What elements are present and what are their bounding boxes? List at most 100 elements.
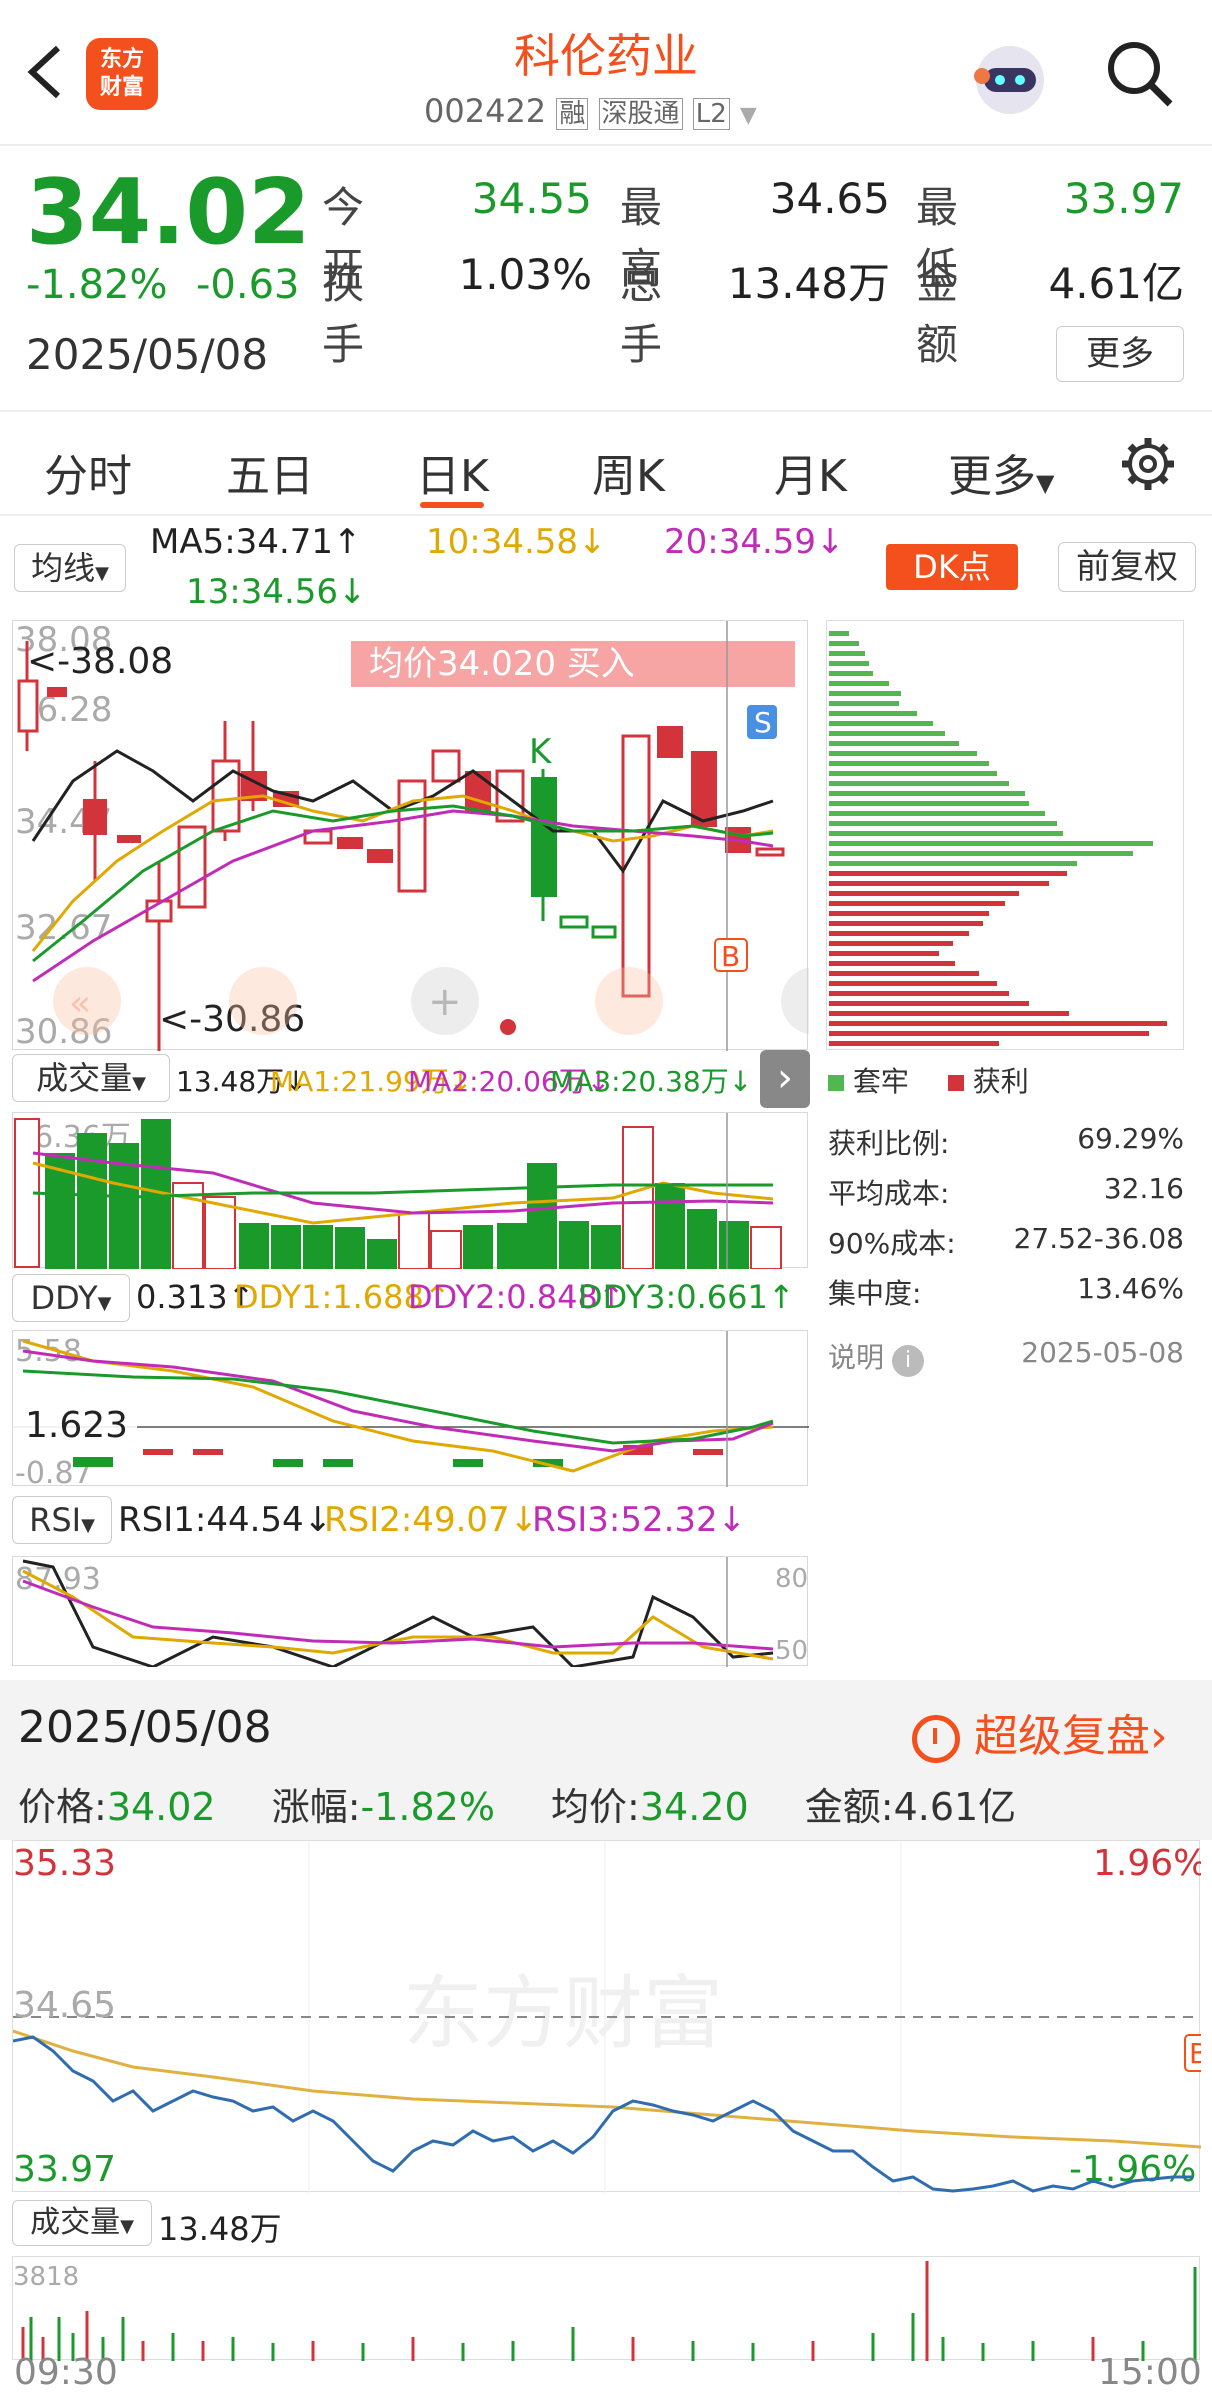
high-value: 34.65 bbox=[769, 174, 890, 223]
chip-date: 2025-05-08 bbox=[1021, 1336, 1184, 1369]
chip-legend: 套牢 获利 bbox=[828, 1060, 1029, 1100]
tag-l2: L2 bbox=[692, 98, 730, 130]
ma-selector[interactable]: 均线▼ bbox=[14, 544, 126, 592]
intraday-volume-bars bbox=[21, 2261, 1197, 2361]
volume-chart[interactable]: 46.36万 bbox=[12, 1112, 808, 1270]
review-stats: 价格:34.02 涨幅:-1.82% 均价:34.20 金额:4.61亿 bbox=[18, 1776, 1016, 1831]
caret-down-icon: ▼ bbox=[97, 1293, 112, 1314]
review-pct-label: 涨幅: bbox=[271, 1785, 361, 1829]
chip-distribution-chart[interactable] bbox=[826, 620, 1184, 1050]
dk-point-button[interactable]: DK点 bbox=[886, 544, 1018, 590]
rsi-selector[interactable]: RSI▼ bbox=[12, 1496, 112, 1544]
review-amount-label: 金额: bbox=[804, 1785, 894, 1829]
intraday-volume-max: 3818 bbox=[13, 2262, 79, 2292]
dropdown-icon: ▼ bbox=[739, 103, 757, 128]
review-amount-value: 4.61亿 bbox=[893, 1785, 1017, 1829]
info-icon[interactable]: i bbox=[892, 1345, 925, 1377]
back-icon[interactable] bbox=[22, 42, 68, 102]
tab-daily-k[interactable]: 日K bbox=[416, 440, 489, 504]
rsi3-value: RSI3:52.32↓ bbox=[532, 1500, 747, 1540]
chip-bars-green bbox=[829, 631, 1153, 866]
amount-value: 4.61亿 bbox=[1048, 259, 1184, 308]
intraday-top-pct: 1.96% bbox=[1093, 1843, 1201, 1884]
super-review-label: 超级复盘 bbox=[974, 1711, 1150, 1762]
tab-intraday[interactable]: 分时 bbox=[44, 440, 132, 504]
explain-link[interactable]: 说明 bbox=[828, 1341, 884, 1374]
stock-code-row[interactable]: 002422 融 深股通 L2 ▼ bbox=[424, 92, 757, 130]
intraday-volume-selector[interactable]: 成交量▼ bbox=[12, 2200, 152, 2246]
turnover-label: 换手 bbox=[322, 259, 365, 369]
ma10-value: 10:34.58↓ bbox=[426, 522, 607, 562]
super-review-link[interactable]: 超级复盘› bbox=[912, 1700, 1168, 1764]
top-bar: 东方财富 科伦药业 002422 融 深股通 L2 ▼ bbox=[0, 0, 1212, 146]
caret-down-icon: ▼ bbox=[1036, 469, 1055, 497]
intraday-volume-value: 13.48万 bbox=[158, 2210, 282, 2248]
tag-sgt: 深股通 bbox=[598, 98, 683, 130]
review-avg-label: 均价: bbox=[551, 1785, 640, 1829]
zoom-in-icon[interactable]: + bbox=[428, 979, 462, 1025]
collapse-panel-button[interactable]: › bbox=[760, 1050, 810, 1108]
concentration-value: 13.46% bbox=[1077, 1272, 1184, 1305]
ddy-chart[interactable]: 5.58 -0.87 1.623 bbox=[12, 1330, 809, 1491]
intraday-low-price: 33.97 bbox=[13, 2149, 116, 2190]
tab-weekly-k[interactable]: 周K bbox=[592, 440, 665, 504]
intraday-buy-text: B bbox=[1189, 2037, 1201, 2070]
history-clock-icon bbox=[912, 1715, 960, 1763]
rsi-50-label: 50 bbox=[775, 1636, 808, 1666]
tab-more[interactable]: 更多▼ bbox=[948, 440, 1054, 504]
quote-date: 2025/05/08 bbox=[26, 330, 269, 379]
intraday-volume-selector-label: 成交量 bbox=[30, 2205, 121, 2240]
ddy3-value: DDY3:0.661↑ bbox=[578, 1278, 795, 1316]
tab-more-label: 更多 bbox=[948, 451, 1036, 502]
dk-label: DK点 bbox=[913, 548, 991, 586]
chip-stats: 获利比例: 69.29% 平均成本: 32.16 90%成本: 27.52-36.08… bbox=[828, 1122, 1184, 1386]
volume-selector[interactable]: 成交量▼ bbox=[12, 1054, 170, 1102]
tab-monthly-k[interactable]: 月K bbox=[774, 440, 847, 504]
kline-chart[interactable]: 38.08 36.28 34.47 32.67 30.86 <-38.08 <-… bbox=[12, 620, 849, 1052]
chip-bars-red bbox=[829, 871, 1167, 1046]
open-value: 34.55 bbox=[471, 174, 592, 223]
avg-cost-value: 32.16 bbox=[1103, 1172, 1184, 1205]
adjust-rights-button[interactable]: 前复权 bbox=[1058, 542, 1196, 592]
stock-code: 002422 bbox=[424, 92, 547, 130]
search-icon[interactable] bbox=[1104, 38, 1176, 110]
volume-label: 总手 bbox=[620, 259, 663, 369]
robot-avatar-icon[interactable] bbox=[968, 36, 1052, 120]
tab-five-day[interactable]: 五日 bbox=[226, 440, 314, 504]
intraday-volume-chart[interactable]: 3818 bbox=[12, 2256, 1200, 2361]
amount-label: 金额 bbox=[916, 259, 959, 369]
review-price-label: 价格: bbox=[18, 1785, 107, 1829]
logo-text: 东方财富 bbox=[99, 47, 144, 100]
rsi-selector-label: RSI bbox=[29, 1501, 82, 1539]
concentration-label: 集中度: bbox=[828, 1277, 922, 1310]
high-marker: <-38.08 bbox=[27, 641, 173, 682]
ma5-value: MA5:34.71↑ bbox=[150, 522, 362, 562]
ddy-selector[interactable]: DDY▼ bbox=[12, 1274, 130, 1322]
rsi-chart[interactable]: 87.93 80 50 bbox=[12, 1556, 808, 1669]
ma-selector-label: 均线 bbox=[31, 549, 96, 587]
rsi1-value: RSI1:44.54↓ bbox=[118, 1500, 333, 1540]
more-quote-button[interactable]: 更多 bbox=[1056, 326, 1184, 382]
app-logo: 东方财富 bbox=[86, 38, 158, 110]
legend-trapped: 套牢 bbox=[852, 1065, 909, 1098]
settings-gear-icon[interactable] bbox=[1118, 434, 1178, 494]
review-avg-value: 34.20 bbox=[639, 1785, 749, 1829]
period-tabs: 分时 五日 日K 周K 月K 更多▼ bbox=[0, 410, 1212, 516]
caret-down-icon: ▼ bbox=[95, 563, 109, 584]
volume-selector-label: 成交量 bbox=[36, 1059, 133, 1097]
review-pct-value: -1.82% bbox=[360, 1785, 495, 1829]
review-price-value: 34.02 bbox=[106, 1785, 216, 1829]
tag-rong: 融 bbox=[556, 98, 589, 130]
scroll-left-icon[interactable]: « bbox=[69, 983, 91, 1024]
avg-price-banner-text: 均价34.020 买入 bbox=[369, 644, 635, 684]
caret-down-icon: ▼ bbox=[81, 1515, 95, 1536]
change-amount: -0.63 bbox=[196, 262, 300, 308]
candles bbox=[17, 641, 785, 1051]
profit-ratio-label: 获利比例: bbox=[828, 1127, 950, 1160]
intraday-top-price: 35.33 bbox=[13, 1843, 116, 1884]
legend-profit: 获利 bbox=[972, 1065, 1029, 1098]
trapped-swatch bbox=[828, 1075, 844, 1091]
profit-ratio-value: 69.29% bbox=[1077, 1122, 1184, 1155]
watermark: 东方财富 bbox=[403, 1967, 723, 2060]
intraday-chart[interactable]: 东方财富 35.33 1.96% 34.65 33.97 -1.96% B bbox=[12, 1840, 1212, 2193]
